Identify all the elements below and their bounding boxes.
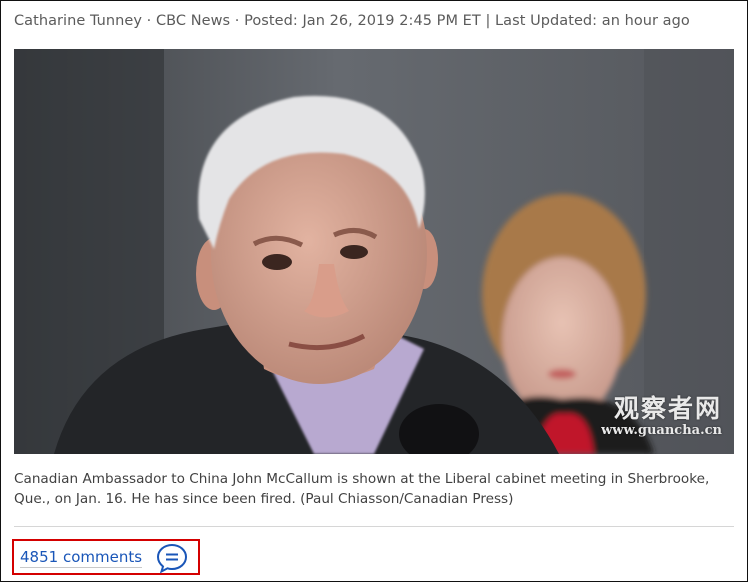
comments-link[interactable]: 4851 comments [20,548,143,568]
watermark-chinese: 观察者网 [613,394,722,423]
article-frame: Catharine Tunney · CBC News · Posted: Ja… [0,0,748,582]
article-photo: 观察者网 www.guancha.cn [14,49,734,454]
speech-bubble-icon[interactable] [155,542,189,574]
photo-watermark: 观察者网 www.guancha.cn [601,395,722,439]
comments-highlight: 4851 comments [12,539,200,575]
article-byline: Catharine Tunney · CBC News · Posted: Ja… [14,13,690,29]
divider [14,526,734,527]
photo-caption: Canadian Ambassador to China John McCall… [14,471,710,507]
watermark-url: www.guancha.cn [601,423,722,438]
